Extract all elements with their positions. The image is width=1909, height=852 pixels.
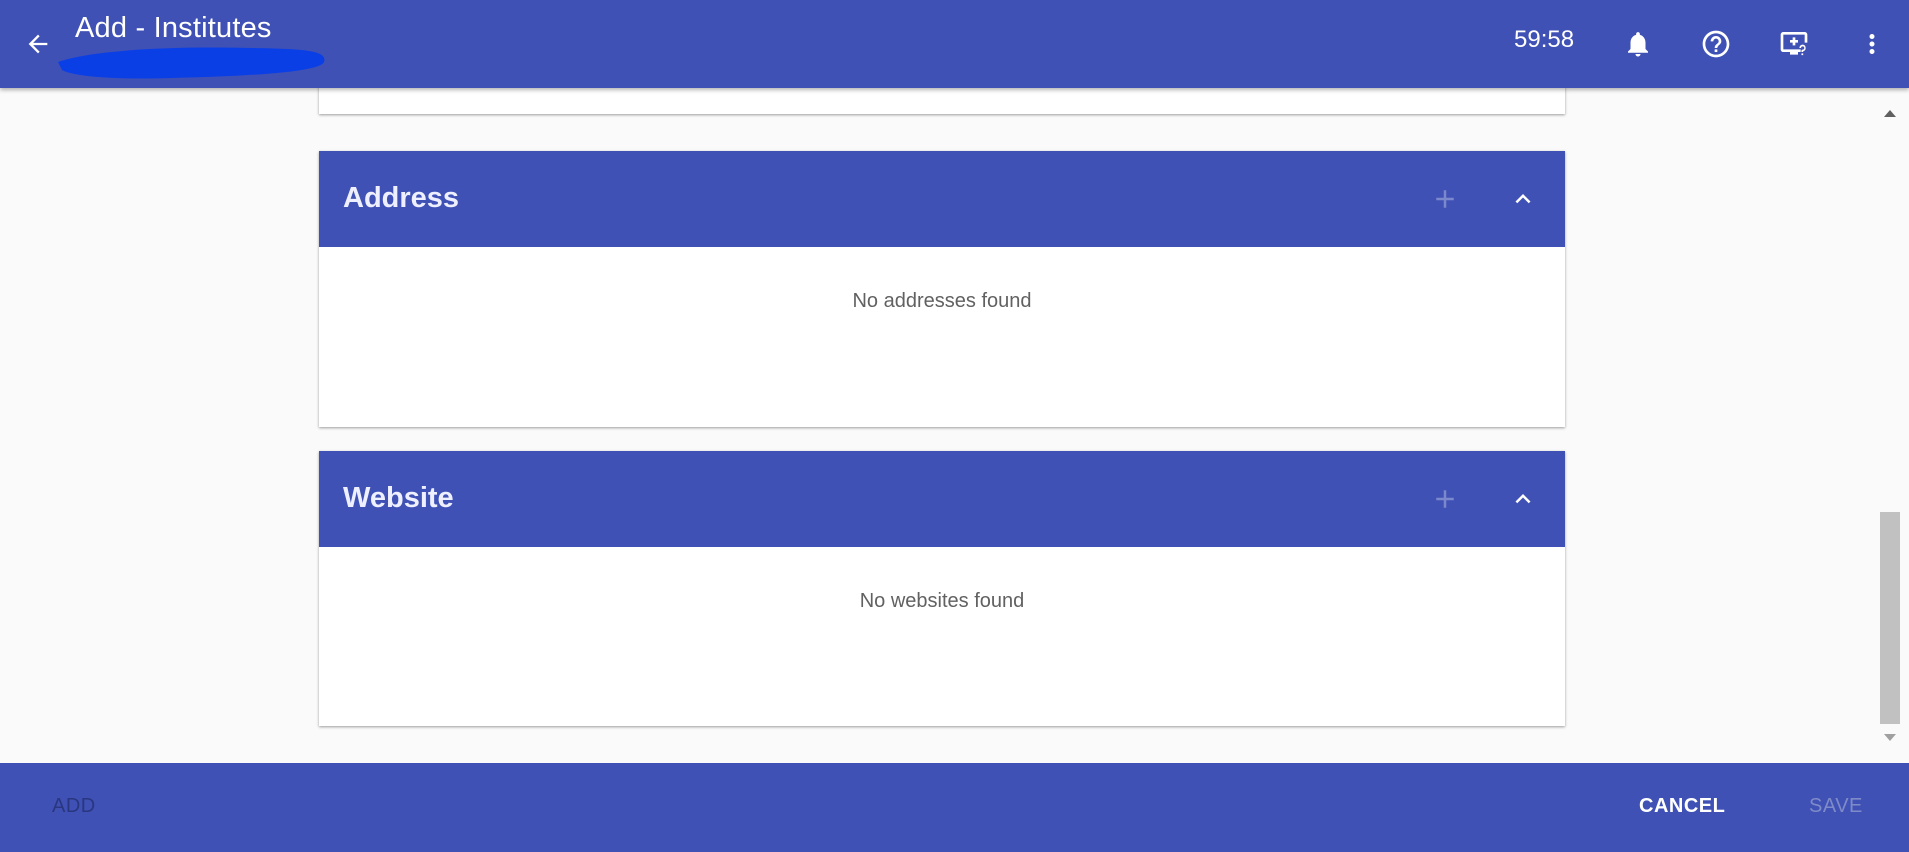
collapse-address-button[interactable] xyxy=(1499,175,1547,223)
add-button[interactable]: ADD xyxy=(44,791,104,822)
vertical-scrollbar[interactable] xyxy=(1878,100,1902,750)
address-section-header: Address xyxy=(319,151,1565,247)
address-section-title: Address xyxy=(343,182,460,214)
scroll-up-arrow[interactable] xyxy=(1884,110,1896,117)
chevron-up-icon xyxy=(1515,494,1531,504)
more-vert-icon xyxy=(1869,34,1875,54)
add-address-button[interactable] xyxy=(1421,175,1469,223)
website-section-card: Website No websites found xyxy=(319,451,1565,726)
scrollbar-thumb[interactable] xyxy=(1880,512,1900,724)
session-timer: 59:58 xyxy=(1514,26,1575,53)
cancel-button[interactable]: CANCEL xyxy=(1631,791,1733,822)
website-empty-message: No websites found xyxy=(859,590,1025,612)
help-button[interactable] xyxy=(1690,18,1742,70)
collapse-website-button[interactable] xyxy=(1499,475,1547,523)
chevron-up-icon xyxy=(1515,194,1531,204)
more-options-button[interactable] xyxy=(1846,18,1898,70)
screen-share-button[interactable] xyxy=(1768,18,1820,70)
arrow-back-icon xyxy=(28,34,48,54)
content-scroll-area[interactable]: Address No addresses found Website No we… xyxy=(0,88,1909,763)
top-app-bar: Add - Institutes 59:58 xyxy=(0,0,1909,88)
website-section-title: Website xyxy=(343,482,454,514)
scroll-down-arrow[interactable] xyxy=(1884,734,1896,741)
previous-section-card xyxy=(319,88,1565,114)
plus-icon xyxy=(1436,490,1454,508)
website-section-header: Website xyxy=(319,451,1565,547)
address-empty-message: No addresses found xyxy=(852,290,1032,312)
redaction-scribble xyxy=(58,47,325,79)
bottom-action-bar: ADD CANCEL SAVE xyxy=(0,763,1909,852)
add-website-button[interactable] xyxy=(1421,475,1469,523)
address-section-card: Address No addresses found xyxy=(319,151,1565,427)
bell-icon xyxy=(1628,32,1648,57)
screen-share-icon xyxy=(1780,32,1808,56)
save-button[interactable]: SAVE xyxy=(1801,791,1871,822)
help-circle-icon xyxy=(1702,30,1730,58)
plus-icon xyxy=(1436,190,1454,208)
notifications-button[interactable] xyxy=(1612,18,1664,70)
